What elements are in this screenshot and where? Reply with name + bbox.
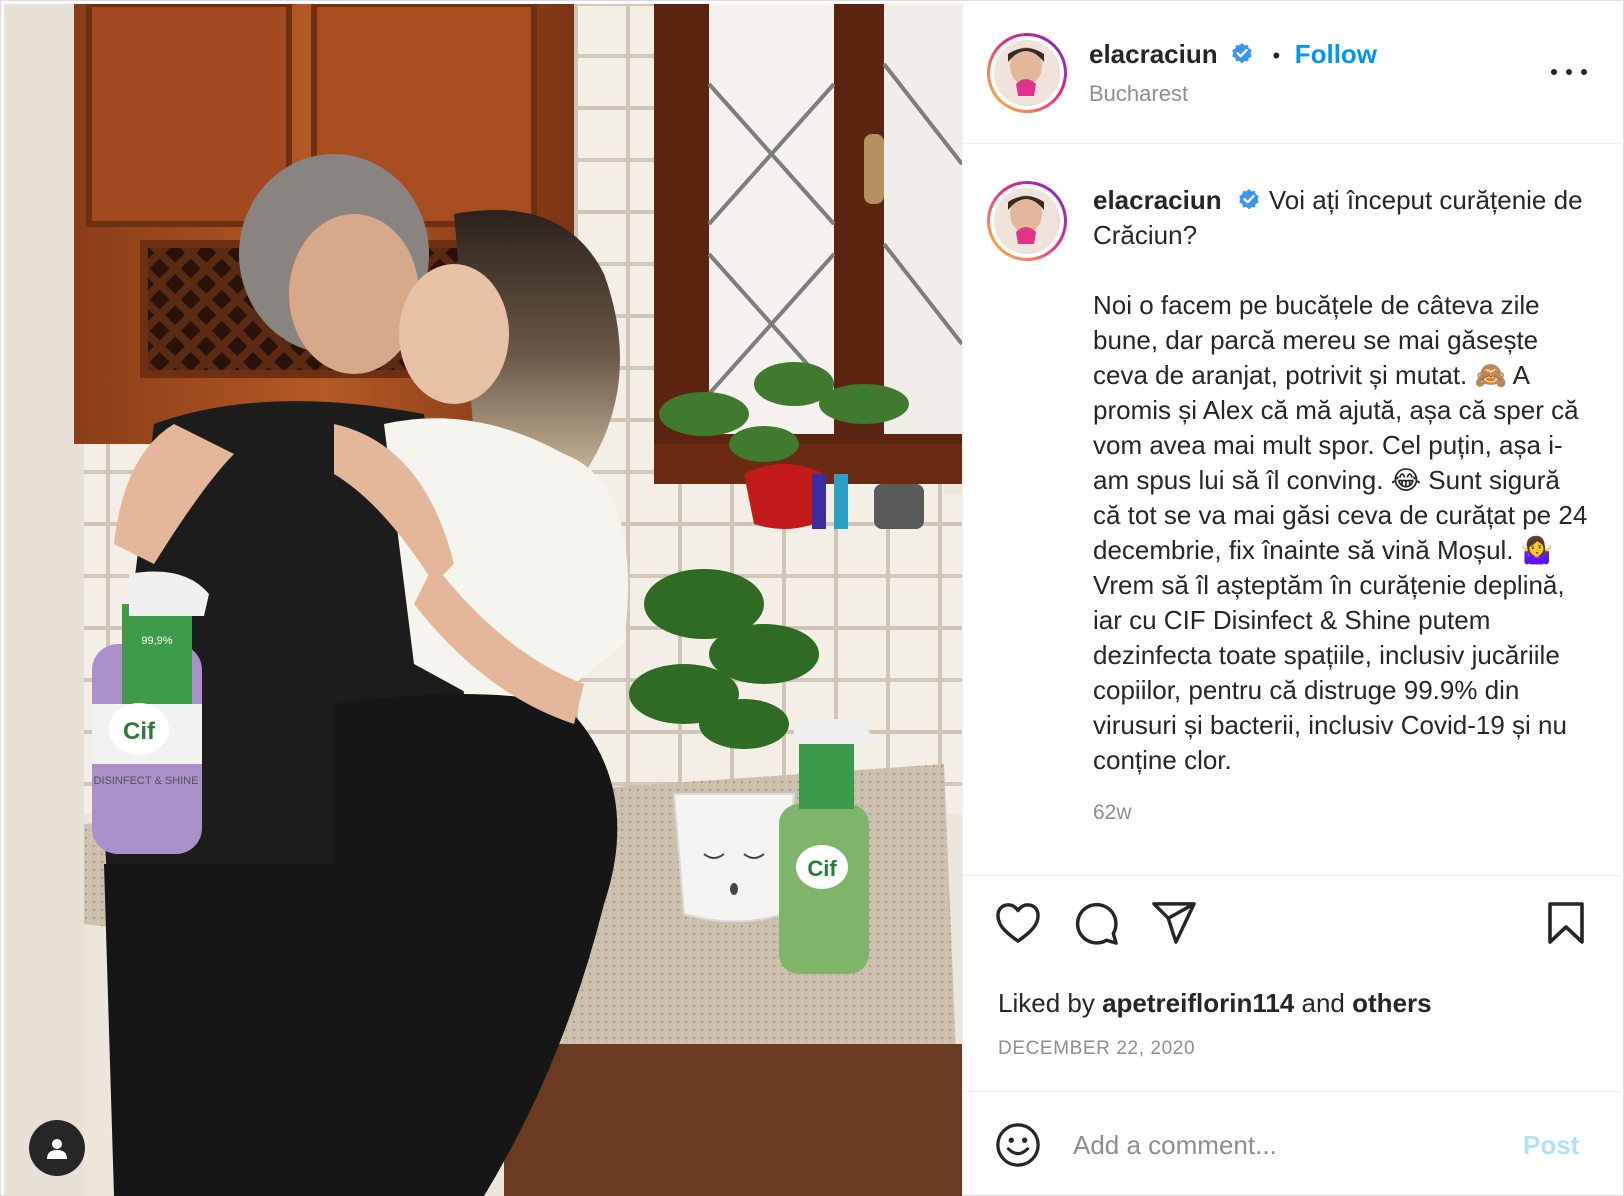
caption-username[interactable]: elacraciun [1093,185,1222,215]
verified-badge-icon [1239,189,1259,210]
follow-button[interactable]: Follow [1295,39,1377,69]
post-photo[interactable]: Cif Cif DISINFECT & SHINE 99,9% [4,4,962,1196]
user-tags-button[interactable] [29,1120,85,1176]
smiley-icon [996,1123,1040,1167]
caption-body: Noi o facem pe bucățele de câteva zile b… [1093,290,1588,775]
emoji-button[interactable] [995,1122,1041,1168]
caption-avatar[interactable] [987,181,1067,261]
comment-bubble-icon [1075,902,1118,945]
user-icon [47,1139,67,1159]
post-actions: Liked by apetreiflorin114 and others DEC… [963,875,1624,1087]
cif-logo-text-2: Cif [123,718,156,745]
more-options-icon[interactable] [1551,67,1587,77]
post-location[interactable]: Bucharest [1089,81,1188,107]
avatar-image [994,188,1058,252]
kitchen-photo-illustration: Cif Cif DISINFECT & SHINE 99,9% [4,4,962,1196]
avatar[interactable] [987,33,1067,113]
bookmark-icon [1548,902,1584,944]
caption-section: elacraciun Voi ați început curățenie de … [963,145,1624,875]
liked-by-prefix: Liked by [998,988,1095,1018]
avatar-image [994,40,1058,104]
post-sidebar: elacraciun • Follow Bucharest elacraciun… [962,1,1624,1196]
author-username[interactable]: elacraciun [1089,39,1218,69]
post-comment-button[interactable]: Post [1523,1130,1579,1161]
separator-dot: • [1272,43,1281,68]
like-button[interactable] [993,898,1043,948]
cif-product-line: DISINFECT & SHINE [94,775,199,787]
post-date[interactable]: DECEMBER 22, 2020 [998,1038,1195,1060]
likes-summary: Liked by apetreiflorin114 and others [998,988,1432,1019]
post-caption: elacraciun Voi ați început curățenie de … [1093,183,1593,778]
liked-by-and: and [1301,988,1345,1018]
comment-input[interactable] [1073,1122,1503,1168]
heart-icon [996,903,1040,943]
verified-badge-icon [1232,43,1252,64]
paper-plane-icon [1152,902,1196,944]
share-button[interactable] [1149,898,1199,948]
comment-button[interactable] [1071,898,1121,948]
cif-claim: 99,9% [141,635,172,647]
save-button[interactable] [1541,898,1591,948]
liked-by-others[interactable]: others [1352,988,1431,1018]
comment-bar: Post [963,1091,1624,1196]
cif-logo-text: Cif [807,856,837,881]
post-header: elacraciun • Follow Bucharest [963,1,1624,144]
time-ago[interactable]: 62w [1093,801,1132,825]
liked-by-user[interactable]: apetreiflorin114 [1102,988,1294,1018]
instagram-post-window: Cif Cif DISINFECT & SHINE 99,9% elacraci… [0,0,1624,1196]
